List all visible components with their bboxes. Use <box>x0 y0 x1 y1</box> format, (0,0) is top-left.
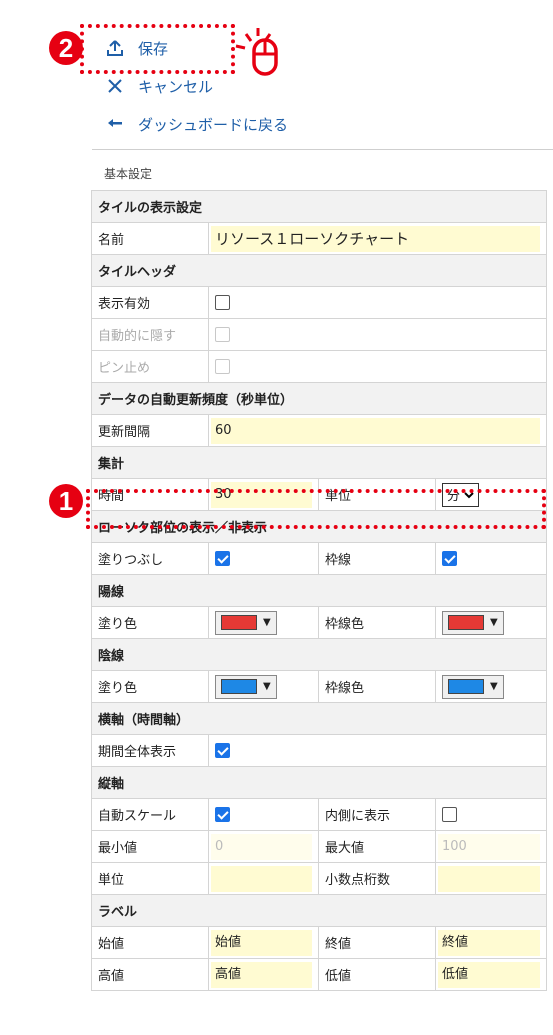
dropdown-arrow-icon: ▼ <box>263 681 271 692</box>
mouse-click-icon <box>235 28 278 76</box>
full-period-label: 期間全体表示 <box>91 734 209 767</box>
open-value: 始値 <box>211 929 312 956</box>
settings-table: タイルの表示設定 名前 リソース１ローソクチャート タイルヘッダ 表示有効 自動… <box>90 190 548 991</box>
bull-border-color-label: 枠線色 <box>318 606 436 639</box>
low-label: 低値 <box>318 958 436 991</box>
dropdown-arrow-icon: ▼ <box>263 617 271 628</box>
upload-icon <box>104 39 126 57</box>
inside-checkbox[interactable] <box>442 807 457 822</box>
xaxis-header: 横軸（時間軸） <box>90 702 548 735</box>
open-field[interactable]: 始値 <box>208 926 319 959</box>
refresh-header: データの自動更新頻度（秒単位） <box>90 382 548 415</box>
label-header: ラベル <box>90 894 548 927</box>
cancel-button[interactable]: キャンセル <box>104 73 213 99</box>
save-button[interactable]: 保存 <box>104 35 168 61</box>
yaxis-header: 縦軸 <box>90 766 548 799</box>
time-row-highlight <box>86 489 546 529</box>
pin-checkbox[interactable] <box>215 359 230 374</box>
step-1-marker: 1 <box>49 484 83 518</box>
show-checkbox[interactable] <box>215 295 230 310</box>
bear-border-color-picker[interactable]: ▼ <box>442 674 504 699</box>
high-label: 高値 <box>91 958 209 991</box>
show-label: 表示有効 <box>91 286 209 319</box>
bull-fill-swatch <box>221 615 257 630</box>
divider <box>92 149 553 150</box>
bull-fill-color-label: 塗り色 <box>91 606 209 639</box>
tile-header-header: タイルヘッダ <box>90 254 548 287</box>
autoscale-label: 自動スケール <box>91 798 209 831</box>
max-label: 最大値 <box>318 830 436 863</box>
bear-fill-color-picker[interactable]: ▼ <box>215 674 277 699</box>
min-field[interactable]: 0 <box>208 830 319 863</box>
max-value: 100 <box>438 833 541 860</box>
bear-border-swatch <box>448 679 484 694</box>
yunit-value <box>211 865 312 892</box>
save-label: 保存 <box>138 39 169 58</box>
yunit-label: 単位 <box>91 862 209 895</box>
bull-border-swatch <box>448 615 484 630</box>
pin-label: ピン止め <box>91 350 209 383</box>
interval-value: 60 <box>211 417 541 444</box>
interval-label: 更新間隔 <box>91 414 209 447</box>
decimals-label: 小数点桁数 <box>318 862 436 895</box>
max-field[interactable]: 100 <box>434 830 548 863</box>
high-value: 高値 <box>211 961 312 988</box>
high-field[interactable]: 高値 <box>208 958 319 991</box>
bull-header: 陽線 <box>90 574 548 607</box>
bull-border-color-picker[interactable]: ▼ <box>442 610 504 635</box>
low-value: 低値 <box>438 961 541 988</box>
fill-label: 塗りつぶし <box>91 542 209 575</box>
bull-fill-color-picker[interactable]: ▼ <box>215 610 277 635</box>
min-label: 最小値 <box>91 830 209 863</box>
tile-display-header: タイルの表示設定 <box>90 190 548 223</box>
autohide-label: 自動的に隠す <box>91 318 209 351</box>
dropdown-arrow-icon: ▼ <box>490 681 498 692</box>
section-label: 基本設定 <box>104 167 153 181</box>
dropdown-arrow-icon: ▼ <box>490 617 498 628</box>
interval-field[interactable]: 60 <box>207 414 548 447</box>
close-icon <box>104 78 126 94</box>
step-2-marker: 2 <box>49 31 83 65</box>
border-label: 枠線 <box>318 542 436 575</box>
low-field[interactable]: 低値 <box>434 958 548 991</box>
yunit-field[interactable] <box>208 862 319 895</box>
bear-header: 陰線 <box>90 638 548 671</box>
aggregate-header: 集計 <box>90 446 548 479</box>
autoscale-checkbox[interactable] <box>215 807 230 822</box>
back-label: ダッシュボードに戻る <box>138 115 289 134</box>
cancel-label: キャンセル <box>138 77 214 96</box>
decimals-field[interactable] <box>434 862 548 895</box>
close-value: 終値 <box>438 929 541 956</box>
autohide-checkbox[interactable] <box>215 327 230 342</box>
bear-border-color-label: 枠線色 <box>318 670 436 703</box>
name-field[interactable]: リソース１ローソクチャート <box>207 222 548 255</box>
inside-label: 内側に表示 <box>318 798 436 831</box>
back-to-dashboard-button[interactable]: ダッシュボードに戻る <box>104 111 288 137</box>
back-arrow-icon <box>104 117 126 131</box>
fill-checkbox[interactable] <box>215 551 230 566</box>
close-field[interactable]: 終値 <box>434 926 548 959</box>
open-label: 始値 <box>91 926 209 959</box>
border-checkbox[interactable] <box>442 551 457 566</box>
close-label: 終値 <box>318 926 436 959</box>
min-value: 0 <box>211 833 312 860</box>
bear-fill-swatch <box>221 679 257 694</box>
full-period-checkbox[interactable] <box>215 743 230 758</box>
decimals-value <box>438 865 541 892</box>
name-label: 名前 <box>91 222 209 255</box>
bear-fill-color-label: 塗り色 <box>91 670 209 703</box>
name-value: リソース１ローソクチャート <box>211 225 541 252</box>
